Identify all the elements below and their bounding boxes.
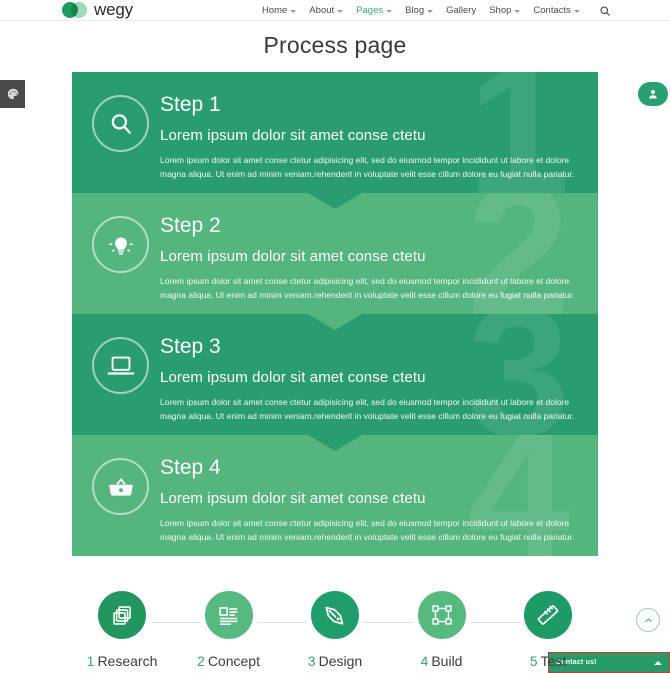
process-num-research: 1	[86, 653, 95, 669]
nav-label-blog: Blog	[405, 5, 425, 16]
nav-item-contacts[interactable]: Contacts	[533, 5, 580, 16]
scroll-to-top-button[interactable]	[636, 608, 660, 632]
step-panel-1: 1 Step 1 Lorem ipsum dolor sit amet cons…	[72, 72, 598, 193]
step-text-4: Lorem ipsum dolor sit amet conse ctetur …	[160, 518, 575, 542]
logo-text: wegy	[94, 0, 133, 19]
chevron-down-icon	[337, 10, 344, 13]
process-num-design: 3	[307, 653, 316, 669]
search-icon[interactable]	[598, 4, 612, 18]
nav-item-shop[interactable]: Shop	[489, 5, 521, 16]
step-title-1: Step 1	[160, 93, 221, 116]
layers-icon	[93, 586, 151, 644]
process-label-build: 4 Build	[421, 653, 463, 669]
document-icon	[199, 586, 258, 644]
panel-notch	[308, 314, 362, 330]
step-panel-3: 3 Step 3 Lorem ipsum dolor sit amet cons…	[72, 314, 598, 435]
chevron-up-icon	[643, 615, 654, 626]
main-navigation: Home About Pages Blog Gallery Shop Conta…	[262, 0, 612, 21]
process-strip: 1 Research 2 Concept 3 Design 4 Build 5 …	[72, 586, 598, 669]
theme-switcher-button[interactable]	[0, 80, 25, 108]
process-label-test: 5 Test	[530, 653, 566, 669]
chevron-down-icon	[427, 10, 434, 13]
process-label-design: 3 Design	[308, 653, 362, 669]
logo[interactable]: wegy	[62, 0, 133, 20]
nav-label-home: Home	[262, 5, 288, 16]
chevron-up-icon	[654, 660, 662, 665]
chevron-down-icon	[514, 10, 521, 13]
step-title-3: Step 3	[160, 335, 221, 358]
ruler-icon	[519, 586, 577, 644]
step-subtitle-4: Lorem ipsum dolor sit amet conse ctetu	[160, 490, 426, 508]
shopping-basket-icon	[92, 458, 149, 515]
steps-section: 1 Step 1 Lorem ipsum dolor sit amet cons…	[72, 72, 598, 556]
step-title-4: Step 4	[160, 456, 221, 479]
search-icon	[92, 95, 149, 152]
nav-item-pages[interactable]: Pages	[356, 5, 393, 16]
process-num-concept: 2	[197, 653, 205, 669]
chevron-down-icon	[386, 10, 393, 13]
step-panel-4: 4 Step 4 Lorem ipsum dolor sit amet cons…	[72, 435, 598, 556]
process-item-test[interactable]: 5 Test	[498, 586, 598, 669]
nav-label-about: About	[309, 5, 335, 16]
nav-item-home[interactable]: Home	[262, 5, 297, 16]
process-text-build: Build	[431, 653, 463, 669]
process-text-design: Design	[318, 653, 363, 669]
process-item-build[interactable]: 4 Build	[392, 586, 492, 669]
site-header: wegy Home About Pages Blog Gallery Shop …	[0, 0, 670, 21]
step-text-2: Lorem ipsum dolor sit amet conse ctetur …	[160, 276, 575, 300]
account-button[interactable]	[638, 82, 668, 106]
nav-label-gallery: Gallery	[446, 5, 477, 16]
process-item-design[interactable]: 3 Design	[285, 586, 385, 669]
process-text-test: Test	[540, 653, 567, 669]
process-label-research: 1 Research	[87, 653, 158, 669]
process-num-build: 4	[420, 653, 429, 669]
transform-icon	[412, 586, 471, 644]
process-item-research[interactable]: 1 Research	[72, 586, 172, 669]
two-overlapping-circles-icon	[62, 2, 88, 18]
nav-label-pages: Pages	[356, 5, 384, 16]
nav-item-blog[interactable]: Blog	[405, 5, 434, 16]
nav-label-shop: Shop	[489, 5, 512, 16]
nav-item-gallery[interactable]: Gallery	[446, 5, 476, 16]
chevron-down-icon	[573, 10, 580, 13]
process-item-concept[interactable]: 2 Concept	[179, 586, 279, 669]
step-text-1: Lorem ipsum dolor sit amet conse ctetur …	[160, 155, 575, 179]
pen-nib-icon	[306, 586, 364, 644]
lightbulb-icon	[92, 216, 149, 273]
step-title-2: Step 2	[160, 214, 221, 237]
user-icon	[647, 88, 659, 100]
nav-label-contacts: Contacts	[533, 5, 571, 16]
nav-item-about[interactable]: About	[309, 5, 344, 16]
page-title: Process page	[263, 32, 407, 58]
step-subtitle-2: Lorem ipsum dolor sit amet conse ctetu	[160, 248, 426, 266]
step-panel-2: 2 Step 2 Lorem ipsum dolor sit amet cons…	[72, 193, 598, 314]
process-num-test: 5	[529, 653, 538, 669]
laptop-icon	[92, 337, 149, 394]
step-text-3: Lorem ipsum dolor sit amet conse ctetur …	[160, 397, 575, 421]
step-subtitle-3: Lorem ipsum dolor sit amet conse ctetu	[160, 369, 426, 387]
process-text-research: Research	[97, 653, 158, 669]
chevron-down-icon	[290, 10, 297, 13]
process-label-concept: 2 Concept	[197, 653, 260, 669]
panel-notch	[308, 435, 362, 451]
palette-icon	[6, 87, 20, 101]
panel-notch	[308, 193, 362, 209]
process-text-concept: Concept	[207, 653, 260, 669]
step-subtitle-1: Lorem ipsum dolor sit amet conse ctetu	[160, 127, 426, 145]
